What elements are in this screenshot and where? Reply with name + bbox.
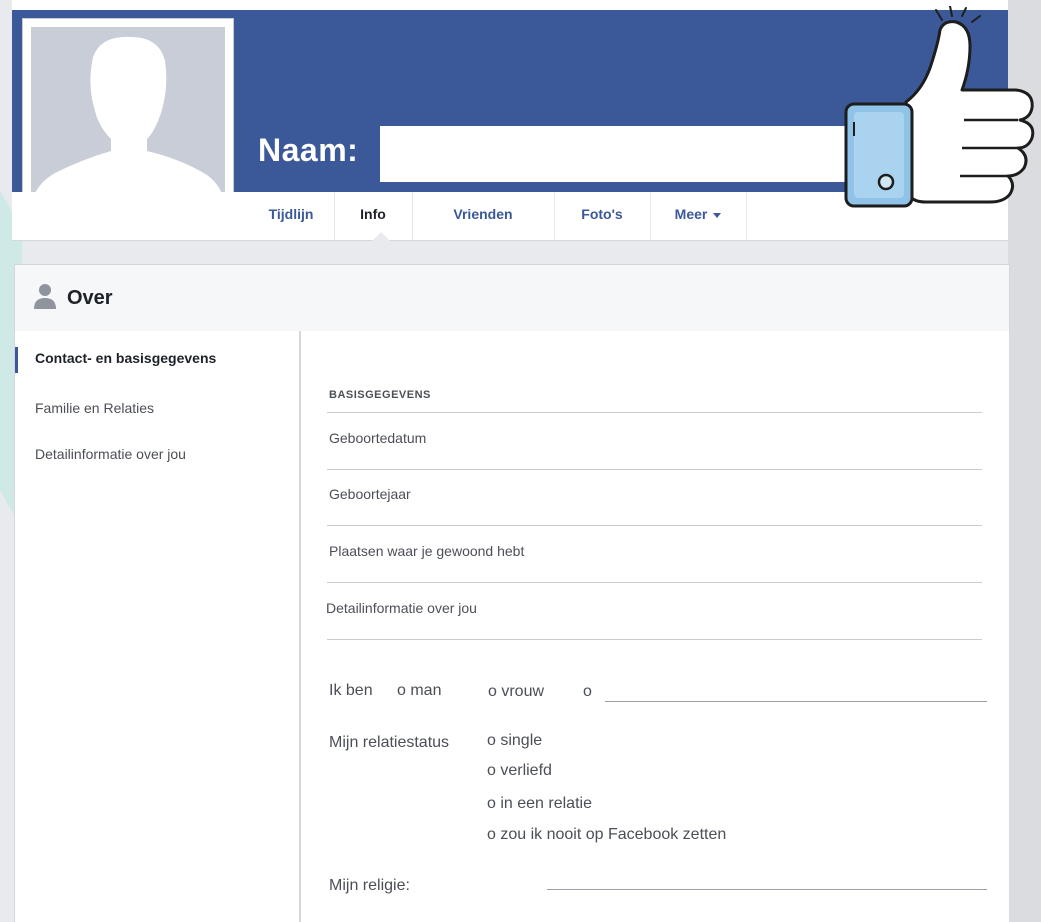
field-birthdate[interactable]: Geboortedatum bbox=[329, 430, 426, 446]
gender-option-other[interactable]: o bbox=[583, 683, 592, 701]
dropdown-caret-icon bbox=[713, 212, 722, 218]
relationship-option-single[interactable]: o single bbox=[487, 732, 542, 750]
sidebar-item-details[interactable]: Detailinformatie over jou bbox=[35, 446, 186, 462]
sidebar-item-family[interactable]: Familie en Relaties bbox=[35, 400, 154, 416]
divider bbox=[327, 582, 982, 583]
tab-photos[interactable]: Foto's bbox=[554, 192, 651, 240]
gender-option-woman[interactable]: o vrouw bbox=[488, 683, 544, 701]
tab-more[interactable]: Meer bbox=[650, 192, 747, 240]
divider bbox=[327, 469, 982, 470]
profile-picture-frame[interactable] bbox=[22, 18, 234, 220]
tab-info-label: Info bbox=[360, 206, 386, 222]
name-label: Naam: bbox=[258, 132, 359, 168]
about-body: Contact- en basisgegevens Familie en Rel… bbox=[14, 331, 1009, 922]
tab-photos-label: Foto's bbox=[581, 206, 623, 222]
divider bbox=[327, 412, 982, 413]
divider bbox=[327, 639, 982, 640]
field-details[interactable]: Detailinformatie over jou bbox=[326, 600, 477, 616]
tab-friends[interactable]: Vrienden bbox=[412, 192, 555, 240]
section-title: BASISGEGEVENS bbox=[329, 389, 431, 401]
tab-more-label: Meer bbox=[674, 206, 708, 222]
sidebar-item-contact[interactable]: Contact- en basisgegevens bbox=[35, 350, 216, 366]
gender-label: Ik ben bbox=[329, 682, 373, 699]
relationship-option-never[interactable]: o zou ik nooit op Facebook zetten bbox=[487, 826, 726, 844]
field-places-lived[interactable]: Plaatsen waar je gewoond hebt bbox=[329, 543, 524, 559]
tab-friends-label: Vrienden bbox=[453, 206, 513, 222]
about-sidebar: Contact- en basisgegevens Familie en Rel… bbox=[15, 331, 301, 922]
tab-timeline[interactable]: Tijdlijn bbox=[248, 192, 335, 240]
field-birthyear[interactable]: Geboortejaar bbox=[329, 486, 411, 502]
relationship-label: Mijn relatiestatus bbox=[329, 734, 450, 751]
person-icon bbox=[34, 284, 56, 309]
relationship-option-in-relationship[interactable]: o in een relatie bbox=[487, 795, 592, 813]
silhouette-avatar bbox=[31, 27, 225, 211]
relationship-option-in-love[interactable]: o verliefd bbox=[487, 762, 552, 780]
active-tab-indicator bbox=[372, 232, 390, 241]
about-content: BASISGEGEVENS Geboortedatum Geboortejaar… bbox=[315, 331, 995, 922]
religion-blank[interactable] bbox=[547, 889, 987, 890]
about-header: Over bbox=[14, 264, 1010, 332]
divider bbox=[327, 525, 982, 526]
thumbs-up-illustration bbox=[844, 6, 1035, 208]
about-title: Over bbox=[67, 287, 113, 309]
active-item-marker bbox=[15, 347, 18, 373]
tab-timeline-label: Tijdlijn bbox=[268, 206, 314, 222]
gender-option-man[interactable]: o man bbox=[397, 682, 441, 700]
religion-label: Mijn religie: bbox=[329, 877, 410, 894]
name-input[interactable] bbox=[380, 126, 854, 182]
gender-other-blank[interactable] bbox=[605, 701, 987, 702]
